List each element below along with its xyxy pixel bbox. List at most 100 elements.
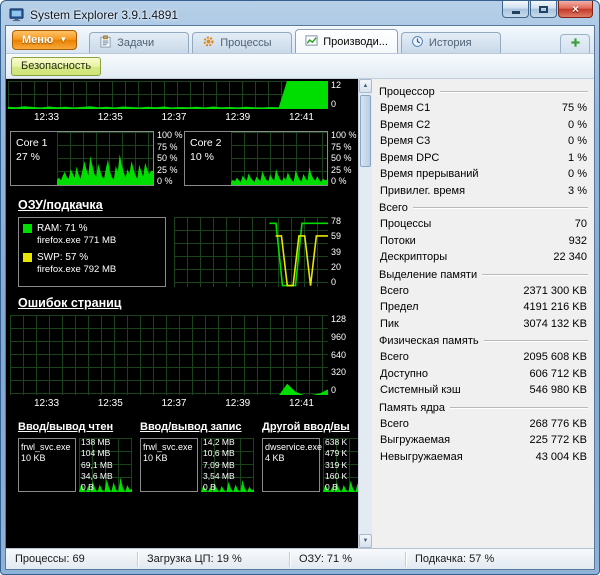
tab-tasks[interactable]: Задачи bbox=[89, 32, 190, 53]
stat-row: Время прерываний 0 % bbox=[380, 168, 587, 180]
io-write-column: frwl_svc.exe 10 KB 14,2 MB 10,6 MB 7,09 … bbox=[140, 438, 254, 544]
time-tick: 12:37 bbox=[161, 112, 187, 123]
core-charts-row: Core 1 27 % 100 % 75 % 50 % 25 % 0 % Cor… bbox=[8, 126, 358, 189]
maximize-icon bbox=[539, 5, 548, 13]
scroll-down-button[interactable]: ▼ bbox=[359, 534, 372, 548]
stats-group-cpu: Процессор bbox=[379, 83, 588, 100]
history-icon bbox=[411, 35, 424, 51]
io-write-heading[interactable]: Ввод/вывод запис bbox=[140, 421, 262, 433]
y-tick: 25 % bbox=[157, 164, 178, 175]
scrollbar-track[interactable] bbox=[359, 93, 372, 534]
io-other-legend-box: dwservice.exe 4 KB bbox=[262, 438, 322, 492]
y-tick: 3,54 MB bbox=[203, 470, 235, 481]
maximize-button[interactable] bbox=[530, 1, 557, 18]
stat-row: Всего 2095 608 KB bbox=[380, 351, 587, 363]
scroll-up-button[interactable]: ▲ bbox=[359, 79, 372, 93]
add-tab-button[interactable] bbox=[560, 34, 590, 53]
stat-row: Системный кэш 546 980 KB bbox=[380, 384, 587, 396]
group-title: Выделение памяти bbox=[379, 268, 478, 281]
scrollbar-thumb[interactable] bbox=[360, 95, 371, 167]
arrow-down-icon: ▼ bbox=[362, 538, 369, 544]
status-ram: ОЗУ: 71 % bbox=[290, 551, 406, 567]
arrow-up-icon: ▲ bbox=[362, 83, 369, 89]
y-tick: 75 % bbox=[157, 141, 178, 152]
chevron-down-icon: ▼ bbox=[59, 35, 68, 44]
titlebar[interactable]: System Explorer 3.9.1.4891 × bbox=[5, 1, 595, 25]
y-tick: 50 % bbox=[157, 153, 178, 163]
y-tick: 0 % bbox=[157, 176, 173, 186]
ram-legend-label: RAM: 71 % bbox=[37, 223, 88, 234]
tab-processes[interactable]: Процессы bbox=[192, 32, 293, 53]
y-tick: 14,2 MB bbox=[203, 437, 235, 447]
minimize-icon bbox=[511, 10, 520, 14]
status-processes: Процессы: 69 bbox=[6, 551, 138, 567]
io-other-heading[interactable]: Другой ввод/вы bbox=[262, 421, 358, 433]
plus-icon bbox=[570, 35, 581, 53]
processes-icon bbox=[202, 35, 215, 51]
ram-section-heading[interactable]: ОЗУ/подкачка bbox=[8, 189, 358, 217]
security-button[interactable]: Безопасность bbox=[11, 56, 102, 76]
stats-group-physical: Физическая память bbox=[379, 332, 588, 349]
stats-group-totals: Всего bbox=[379, 199, 588, 216]
tab-processes-label: Процессы bbox=[220, 37, 272, 49]
client-area: Меню ▼ Задачи Процессы Производи... Исто… bbox=[5, 25, 595, 570]
y-tick: 640 bbox=[331, 349, 347, 360]
ram-section: RAM: 71 % firefox.exe 771 MB SWP: 57 % f… bbox=[8, 217, 358, 287]
stat-row: Невыгружаемая 43 004 KB bbox=[380, 450, 587, 463]
stats-panel: Процессор Время C1 75 % Время C2 0 % Время… bbox=[372, 79, 594, 548]
time-tick: 12:35 bbox=[97, 112, 123, 123]
y-tick: 10,6 MB bbox=[203, 448, 235, 459]
window-controls: × bbox=[501, 1, 593, 18]
io-charts-row: frwl_svc.exe 10 KB 138 MB 104 MB 69,1 MB… bbox=[8, 438, 358, 546]
y-tick: 320 bbox=[331, 367, 347, 378]
io-section-headings: Ввод/вывод чтен Ввод/вывод запис Другой … bbox=[8, 412, 358, 438]
ram-legend-box: RAM: 71 % firefox.exe 771 MB SWP: 57 % f… bbox=[18, 217, 166, 287]
status-swap: Подкачка: 57 % bbox=[415, 552, 495, 565]
pagefaults-chart bbox=[10, 315, 328, 395]
core1-chart bbox=[57, 132, 153, 185]
vertical-scrollbar[interactable]: ▲ ▼ bbox=[358, 79, 372, 548]
io-write-process: frwl_svc.exe bbox=[143, 442, 193, 452]
io-read-process: frwl_svc.exe bbox=[21, 442, 71, 452]
stat-row: Время DPC 1 % bbox=[380, 151, 587, 164]
y-tick: 100 % bbox=[157, 130, 183, 140]
minimize-button[interactable] bbox=[502, 1, 529, 18]
tab-tasks-label: Задачи bbox=[117, 37, 155, 49]
y-tick: 160 K bbox=[325, 470, 348, 481]
core2-load: 10 % bbox=[190, 151, 214, 163]
io-other-chart: 638 K 479 K 319 K 160 K 0 В bbox=[323, 438, 358, 492]
pagefaults-y-axis: 128 960 640 320 0 bbox=[328, 315, 358, 395]
stat-row: Доступно 606 712 KB bbox=[380, 367, 587, 380]
y-tick: 0 bbox=[331, 99, 337, 109]
tab-performance[interactable]: Производи... bbox=[295, 29, 398, 53]
time-tick: 12:35 bbox=[97, 398, 123, 409]
io-read-heading[interactable]: Ввод/вывод чтен bbox=[18, 421, 140, 433]
y-tick: 50 % bbox=[331, 153, 352, 163]
tasks-icon bbox=[99, 35, 112, 51]
tab-history[interactable]: История bbox=[400, 32, 501, 53]
close-button[interactable]: × bbox=[558, 1, 593, 18]
io-write-chart: 14,2 MB 10,6 MB 7,09 MB 3,54 MB 0 В bbox=[201, 438, 254, 492]
core1-load: 27 % bbox=[16, 151, 40, 163]
core1-y-axis: 100 % 75 % 50 % 25 % 0 % bbox=[154, 131, 184, 186]
y-tick: 0 bbox=[331, 385, 337, 395]
time-tick: 12:41 bbox=[288, 398, 314, 409]
io-read-column: frwl_svc.exe 10 KB 138 MB 104 MB 69,1 MB… bbox=[18, 438, 132, 544]
cpu-chart-y-axis: 12 0 bbox=[328, 81, 358, 109]
stat-row: Выгружаемая 225 772 KB bbox=[380, 434, 587, 446]
y-tick: 138 MB bbox=[81, 437, 111, 447]
tab-performance-label: Производи... bbox=[323, 35, 388, 48]
core2-chart bbox=[231, 132, 327, 185]
io-write-legend-box: frwl_svc.exe 10 KB bbox=[140, 438, 198, 492]
menu-button-label: Меню bbox=[22, 34, 54, 46]
core1-label: Core 1 27 % bbox=[11, 132, 57, 185]
time-tick: 12:33 bbox=[34, 112, 60, 123]
io-read-scale: 138 MB 104 MB 69,1 MB 34,6 MB 0 В bbox=[81, 438, 113, 492]
stat-row: Время C1 75 % bbox=[380, 102, 587, 114]
time-tick: 12:41 bbox=[288, 112, 314, 123]
y-tick: 0 % bbox=[331, 176, 347, 186]
menu-button[interactable]: Меню ▼ bbox=[12, 30, 78, 50]
pagefaults-section-heading[interactable]: Ошибок страниц bbox=[8, 287, 358, 315]
io-read-chart: 138 MB 104 MB 69,1 MB 34,6 MB 0 В bbox=[79, 438, 132, 492]
group-title: Всего bbox=[379, 202, 408, 214]
